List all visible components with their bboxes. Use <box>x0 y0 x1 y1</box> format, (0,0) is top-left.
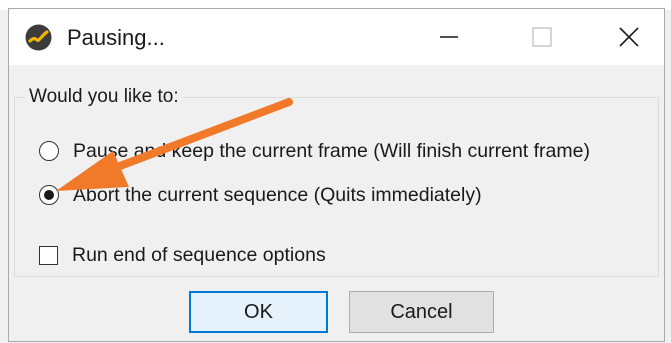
group-label: Would you like to: <box>25 86 183 108</box>
radio-selected-dot <box>44 190 54 200</box>
render-app-icon <box>25 24 52 51</box>
pause-option-label: Pause and keep the current frame (Will f… <box>73 140 590 162</box>
maximize-icon <box>532 27 552 47</box>
close-icon <box>619 27 639 47</box>
window-title: Pausing... <box>67 25 165 50</box>
abort-option-label: Abort the current sequence (Quits immedi… <box>73 184 482 206</box>
run-end-checkbox[interactable] <box>39 245 58 265</box>
close-button[interactable] <box>601 9 657 65</box>
ok-button[interactable]: OK <box>189 291 328 333</box>
run-end-label: Run end of sequence options <box>72 244 326 266</box>
cancel-button[interactable]: Cancel <box>349 291 494 333</box>
run-end-options[interactable]: Run end of sequence options <box>39 243 326 267</box>
title-bar: Pausing... <box>9 9 664 65</box>
abort-radio[interactable] <box>39 185 59 205</box>
minimize-icon <box>440 36 458 38</box>
minimize-button[interactable] <box>421 9 477 65</box>
maximize-button[interactable] <box>514 9 570 65</box>
pause-option[interactable]: Pause and keep the current frame (Will f… <box>39 139 590 163</box>
pause-radio[interactable] <box>39 141 59 161</box>
abort-option[interactable]: Abort the current sequence (Quits immedi… <box>39 183 482 207</box>
